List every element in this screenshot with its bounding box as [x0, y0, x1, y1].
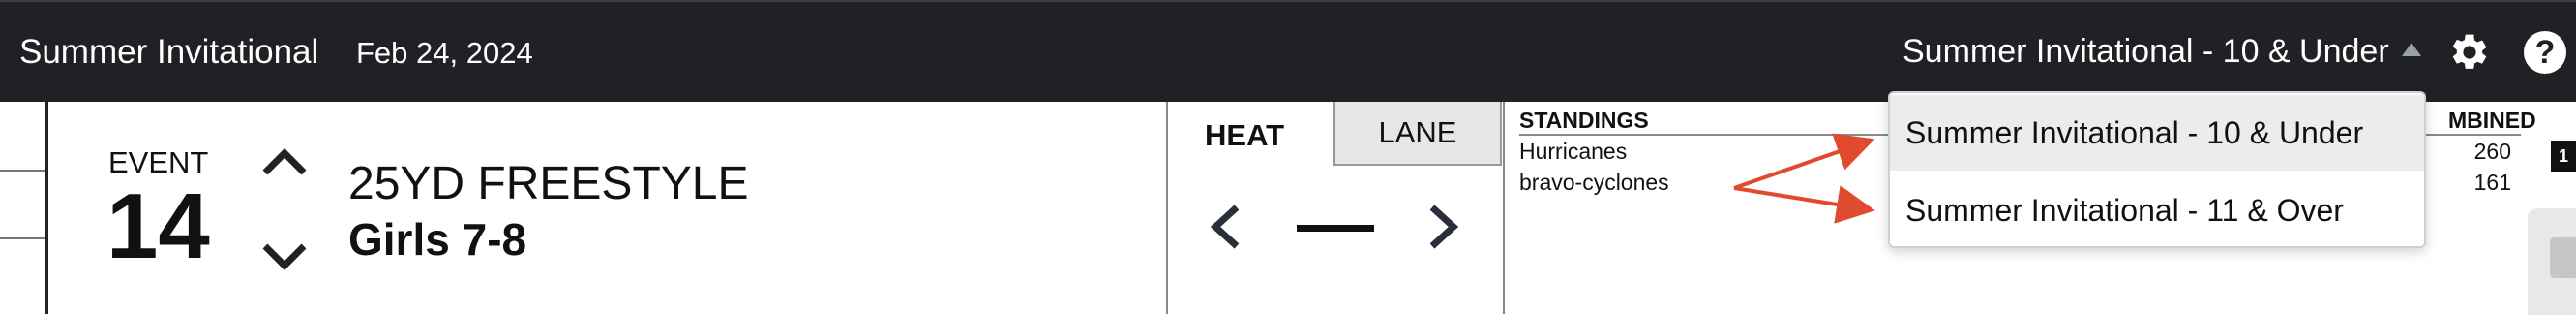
top-bar: Summer Invitational Feb 24, 2024 Summer …	[0, 0, 2576, 102]
heat-number-placeholder	[1297, 225, 1374, 232]
tab-lane[interactable]: LANE	[1333, 102, 1502, 166]
chevron-down-icon[interactable]	[259, 240, 310, 275]
meet-dropdown: Summer Invitational - 10 & Under Summer …	[1888, 91, 2426, 248]
chevron-right-icon[interactable]	[1426, 202, 1461, 252]
event-number: 14	[106, 174, 210, 278]
tab-heat[interactable]: HEAT	[1205, 118, 1284, 153]
dropdown-option[interactable]: Summer Invitational - 11 & Over	[1890, 173, 2424, 248]
badge: 1	[2551, 141, 2576, 172]
meet-date: Feb 24, 2024	[356, 36, 533, 70]
team-name: bravo-cyclones	[1519, 170, 1669, 195]
team-score: 260	[2473, 139, 2511, 164]
app-title: Summer Invitational	[19, 33, 319, 71]
help-icon[interactable]: ?	[2524, 31, 2566, 74]
caret-up-icon[interactable]	[2402, 43, 2421, 56]
combined-header: MBINED	[2448, 108, 2536, 133]
standings-title: STANDINGS	[1519, 108, 1649, 133]
meet-select[interactable]: Summer Invitational - 10 & Under	[1902, 33, 2389, 71]
dropdown-option[interactable]: Summer Invitational - 10 & Under	[1890, 95, 2424, 171]
chevron-up-icon[interactable]	[259, 143, 310, 178]
device-icon	[2550, 237, 2576, 278]
event-name: 25YD FREESTYLE	[348, 158, 749, 209]
team-name: Hurricanes	[1519, 139, 1628, 164]
gear-icon[interactable]	[2448, 31, 2491, 74]
rail-divider	[0, 170, 45, 172]
left-rail	[0, 102, 48, 314]
event-group: Girls 7-8	[348, 214, 527, 265]
team-score: 161	[2473, 170, 2511, 195]
chevron-left-icon[interactable]	[1208, 202, 1243, 252]
rail-divider	[0, 237, 45, 239]
